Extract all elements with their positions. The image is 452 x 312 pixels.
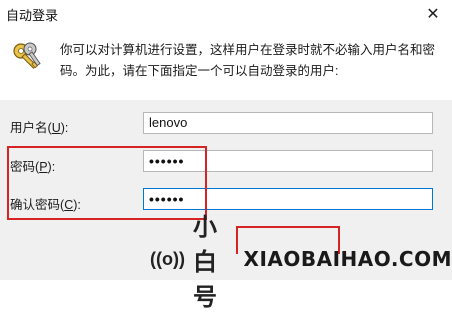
highlight-box	[7, 146, 207, 220]
title-bar: 自动登录 ✕	[0, 0, 452, 28]
close-icon: ✕	[426, 6, 440, 23]
keys-icon	[13, 42, 41, 69]
description-text: 你可以对计算机进行设置，这样用户在登录时就不必输入用户名和密码。为此，请在下面指…	[60, 43, 436, 78]
username-label: 用户名(U):	[10, 121, 69, 135]
broadcast-icon: ((o))	[150, 248, 185, 269]
watermark-brand-en: XIAOBAIHAO.COM	[243, 247, 452, 271]
watermark-brand-cn: 小白号	[192, 212, 217, 311]
header-area: 你可以对计算机进行设置，这样用户在登录时就不必输入用户名和密码。为此，请在下面指…	[0, 28, 452, 100]
watermark: ((o)) 小白号 XIAOBAIHAO.COM	[150, 213, 452, 311]
close-button[interactable]: ✕	[414, 0, 452, 28]
username-field[interactable]: lenovo	[143, 112, 433, 134]
dialog-title: 自动登录	[6, 8, 59, 23]
